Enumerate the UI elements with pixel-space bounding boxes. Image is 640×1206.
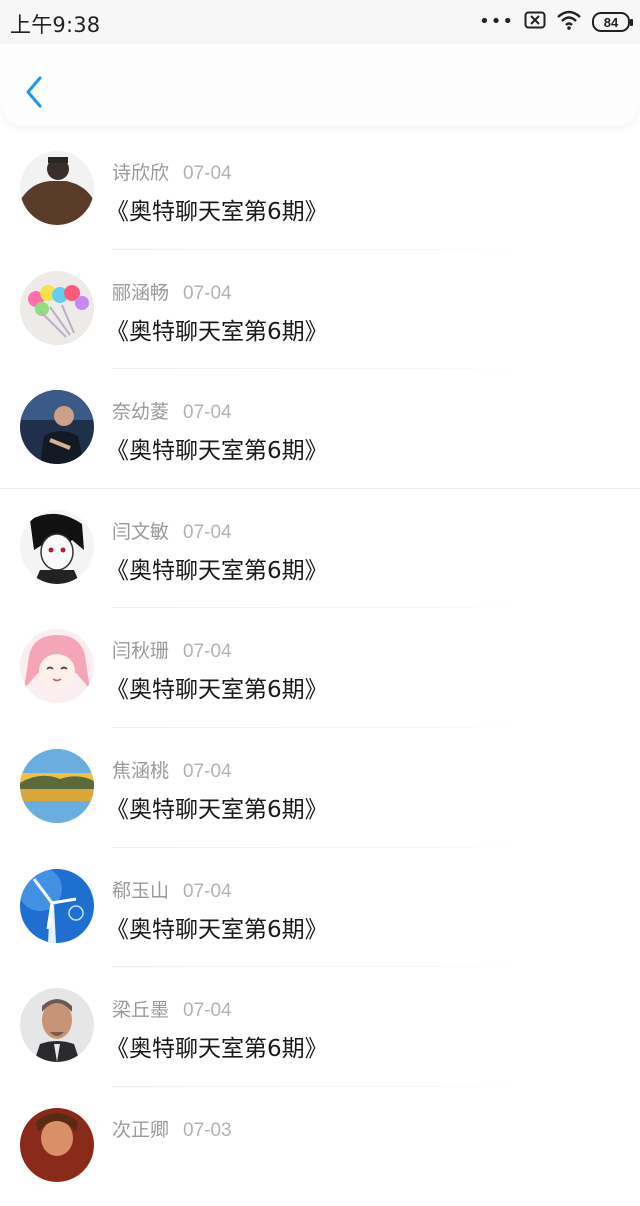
avatar — [20, 509, 94, 584]
item-meta: 奈幼菱 07-04 — [112, 397, 232, 424]
battery-icon: 84 — [592, 12, 633, 32]
sim-off-icon — [524, 11, 546, 33]
item-meta: 郗玉山 07-04 — [112, 876, 232, 903]
sender-name: 郗玉山 — [112, 879, 170, 902]
item-date: 07-04 — [183, 521, 232, 543]
list-item[interactable]: 次正卿 07-03 — [0, 1087, 640, 1206]
status-bar: 上午9:38 ••• 84 — [0, 0, 640, 44]
list-item[interactable]: 诗欣欣 07-04 《奥特聊天室第6期》 — [0, 130, 640, 250]
item-title: 《奥特聊天室第6期》 — [106, 796, 328, 823]
item-date: 07-04 — [183, 760, 232, 782]
back-button[interactable] — [18, 72, 50, 112]
item-meta: 梁丘墨 07-04 — [112, 995, 232, 1022]
message-list: 诗欣欣 07-04 《奥特聊天室第6期》 郦涵畅 07-04 《奥特聊天室第6期》 — [0, 130, 640, 1206]
item-date: 07-04 — [183, 402, 232, 424]
item-date: 07-04 — [183, 880, 232, 902]
wifi-icon — [556, 10, 582, 34]
item-title: 《奥特聊天室第6期》 — [106, 438, 328, 465]
sender-name: 闫文敏 — [112, 520, 170, 543]
item-title: 《奥特聊天室第6期》 — [106, 318, 328, 345]
sender-name: 梁丘墨 — [112, 999, 170, 1022]
item-title: 《奥特聊天室第6期》 — [106, 677, 328, 704]
sender-name: 郦涵畅 — [112, 281, 170, 304]
avatar — [20, 151, 94, 225]
avatar — [20, 988, 94, 1063]
item-meta: 郦涵畅 07-04 — [112, 278, 232, 305]
sender-name: 闫秋珊 — [112, 640, 170, 663]
item-meta: 闫秋珊 07-04 — [112, 636, 232, 663]
item-date: 07-04 — [183, 282, 232, 304]
avatar — [20, 270, 94, 345]
nav-bar — [0, 44, 640, 126]
item-title: 《奥特聊天室第6期》 — [106, 557, 328, 584]
list-item[interactable]: 焦涵桃 07-04 《奥特聊天室第6期》 — [0, 728, 640, 848]
item-title: 《奥特聊天室第6期》 — [106, 1036, 328, 1063]
list-item[interactable]: 闫文敏 07-04 《奥特聊天室第6期》 — [0, 489, 640, 609]
item-meta: 焦涵桃 07-04 — [112, 756, 232, 783]
status-time: 上午9:38 — [10, 13, 101, 37]
item-date: 07-04 — [183, 1000, 232, 1022]
sender-name: 次正卿 — [112, 1118, 170, 1141]
sender-name: 奈幼菱 — [112, 401, 170, 424]
list-item[interactable]: 郦涵畅 07-04 《奥特聊天室第6期》 — [0, 250, 640, 370]
item-meta: 闫文敏 07-04 — [112, 517, 232, 544]
chevron-left-icon — [26, 76, 42, 108]
item-title: 《奥特聊天室第6期》 — [106, 916, 328, 943]
battery-level: 84 — [603, 14, 619, 30]
list-item[interactable]: 梁丘墨 07-04 《奥特聊天室第6期》 — [0, 967, 640, 1087]
sender-name: 诗欣欣 — [112, 162, 170, 184]
status-icons: ••• 84 — [479, 10, 633, 34]
item-meta: 诗欣欣 07-04 — [112, 158, 232, 185]
list-item[interactable]: 闫秋珊 07-04 《奥特聊天室第6期》 — [0, 608, 640, 728]
avatar — [20, 390, 94, 465]
list-item[interactable]: 奈幼菱 07-04 《奥特聊天室第6期》 — [0, 369, 640, 489]
item-title: 《奥特聊天室第6期》 — [106, 199, 328, 225]
avatar — [20, 1107, 94, 1182]
sender-name: 焦涵桃 — [112, 759, 170, 782]
item-date: 07-04 — [183, 163, 232, 184]
avatar — [20, 629, 94, 704]
more-dots-icon: ••• — [479, 11, 514, 32]
item-date: 07-04 — [183, 641, 232, 663]
avatar — [20, 748, 94, 823]
avatar — [20, 868, 94, 943]
list-item[interactable]: 郗玉山 07-04 《奥特聊天室第6期》 — [0, 848, 640, 968]
